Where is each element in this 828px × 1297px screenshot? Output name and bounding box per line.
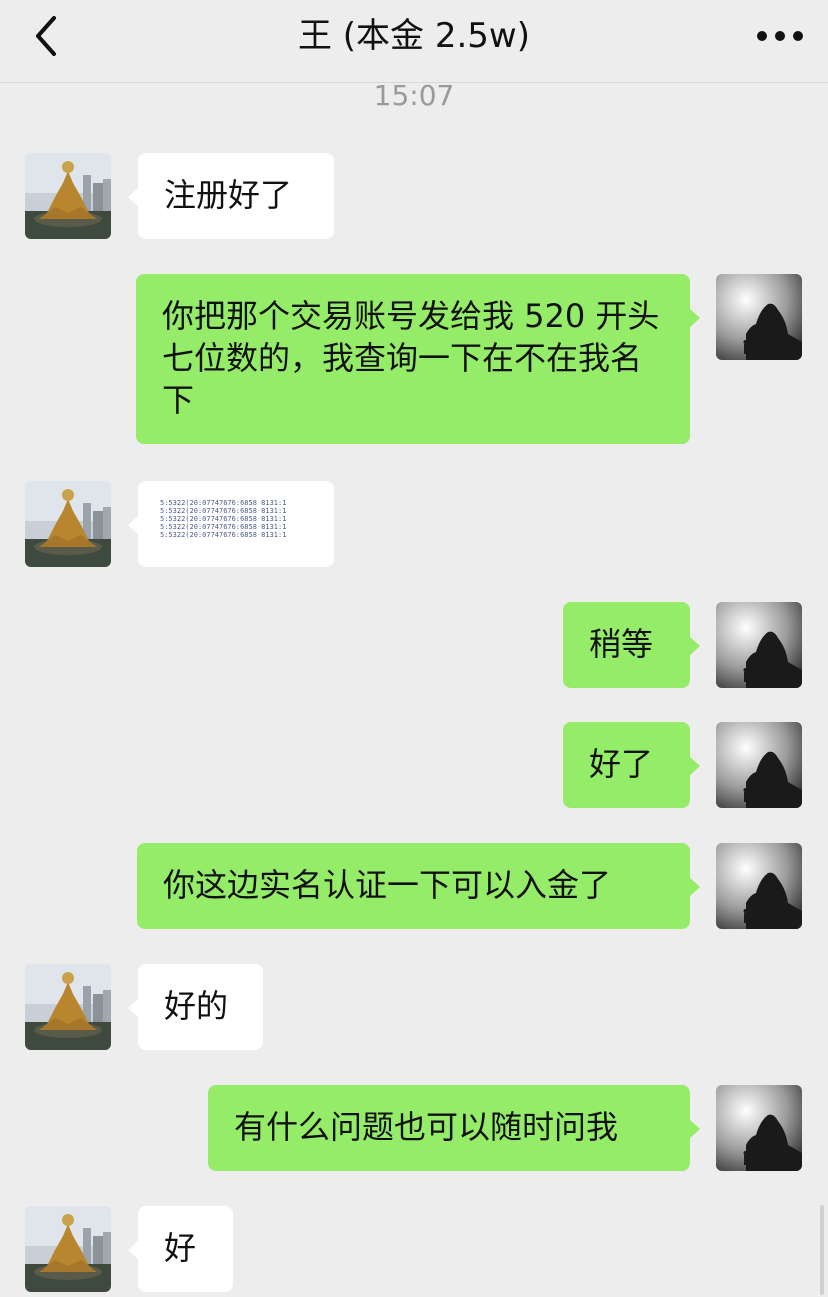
message-bubble-received[interactable]: 好的: [128, 964, 263, 1050]
image-line: 5:5322(20:07747676:6858 8131:1: [160, 523, 287, 531]
image-message[interactable]: 5:5322(20:07747676:6858 8131:1 5:5322(20…: [128, 481, 334, 567]
chat-title: 王 (本金 2.5w): [297, 16, 531, 56]
message-text: 注册好了: [164, 176, 293, 214]
message-text: 你这边实名认证一下可以入金了: [163, 866, 612, 904]
message-text: 有什么问题也可以随时问我: [234, 1108, 619, 1146]
self-avatar[interactable]: [716, 602, 802, 688]
scrollbar[interactable]: [820, 1205, 824, 1295]
image-line: 5:5322(20:07747676:6858 8131:1: [160, 507, 287, 515]
message-timestamp: 15:07: [373, 79, 455, 112]
message-bubble-sent[interactable]: 你这边实名认证一下可以入金了: [137, 843, 700, 929]
more-dots-icon: [757, 31, 803, 41]
contact-avatar[interactable]: [25, 153, 111, 239]
message-text: 稍等: [589, 625, 654, 663]
contact-avatar[interactable]: [25, 964, 111, 1050]
self-avatar[interactable]: [716, 274, 802, 360]
more-button[interactable]: [756, 24, 804, 48]
message-text: 好的: [164, 987, 229, 1025]
image-content: 5:5322(20:07747676:6858 8131:1 5:5322(20…: [160, 499, 310, 539]
image-line: 5:5322(20:07747676:6858 8131:1: [160, 531, 287, 539]
chat-header: 王 (本金 2.5w): [0, 0, 828, 83]
message-bubble-sent[interactable]: 稍等: [563, 602, 700, 688]
message-bubble-sent[interactable]: 有什么问题也可以随时问我: [208, 1085, 700, 1171]
self-avatar[interactable]: [716, 722, 802, 808]
message-bubble-sent[interactable]: 你把那个交易账号发给我 520 开头七位数的，我查询一下在不在我名下: [136, 274, 700, 444]
self-avatar[interactable]: [716, 1085, 802, 1171]
message-bubble-received[interactable]: 注册好了: [128, 153, 334, 239]
self-avatar[interactable]: [716, 843, 802, 929]
message-bubble-sent[interactable]: 好了: [563, 722, 700, 808]
image-line: 5:5322(20:07747676:6858 8131:1: [160, 499, 287, 507]
contact-avatar[interactable]: [25, 1206, 111, 1292]
contact-avatar[interactable]: [25, 481, 111, 567]
message-bubble-received[interactable]: 好: [128, 1206, 233, 1292]
message-text: 好: [164, 1229, 197, 1267]
message-text: 好了: [589, 745, 654, 783]
image-line: 5:5322(20:07747676:6858 8131:1: [160, 515, 287, 523]
message-text: 你把那个交易账号发给我 520 开头七位数的，我查询一下在不在我名下: [162, 297, 660, 419]
